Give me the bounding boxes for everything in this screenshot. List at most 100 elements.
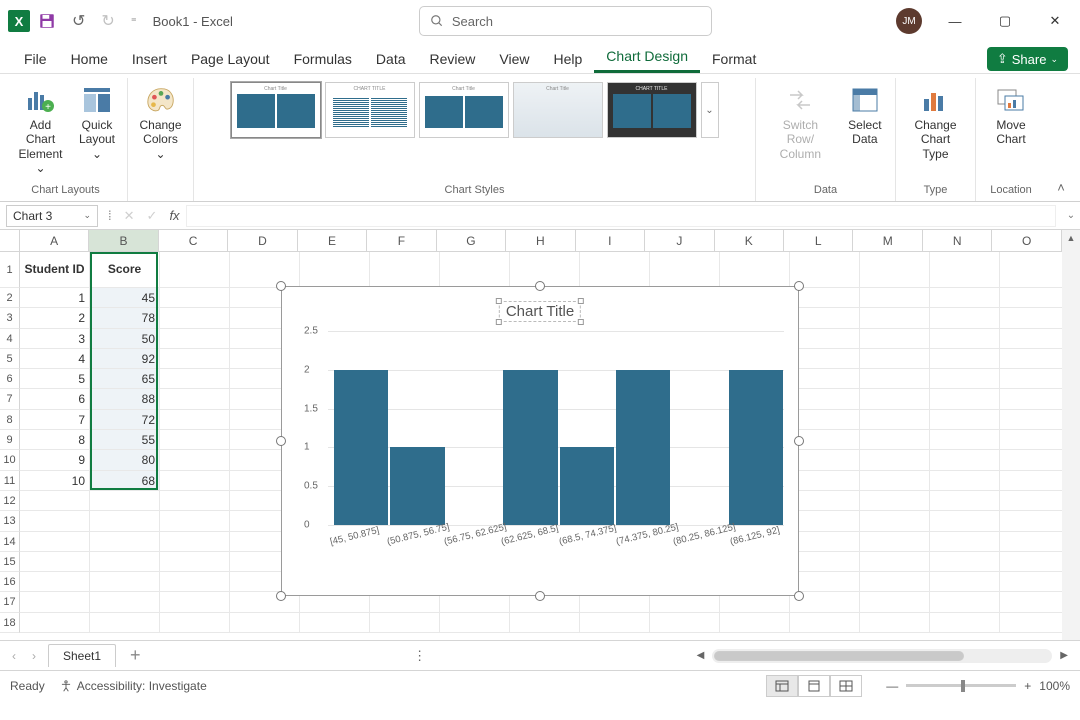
accessibility-status[interactable]: Accessibility: Investigate	[59, 679, 207, 693]
resize-handle[interactable]	[276, 281, 286, 291]
row-header[interactable]: 5	[0, 349, 20, 369]
cell[interactable]	[160, 613, 230, 633]
formula-cancel-icon[interactable]: ✕	[118, 208, 141, 224]
cell[interactable]	[230, 613, 300, 633]
column-header[interactable]: K	[715, 230, 784, 251]
cell[interactable]	[20, 491, 90, 511]
row-header[interactable]: 9	[0, 430, 20, 450]
cell[interactable]	[930, 572, 1000, 592]
sheet-nav-next-icon[interactable]: ›	[28, 649, 40, 663]
chart-bar[interactable]	[334, 370, 388, 525]
cell[interactable]	[1000, 329, 1062, 349]
user-avatar[interactable]: JM	[896, 8, 922, 34]
tab-format[interactable]: Format	[700, 45, 768, 73]
cell[interactable]	[860, 450, 930, 470]
formula-enter-icon[interactable]: ✓	[141, 208, 164, 224]
chart-style-3[interactable]: Chart Title	[419, 82, 509, 138]
cell[interactable]	[860, 329, 930, 349]
cell[interactable]	[90, 572, 160, 592]
cell[interactable]	[1000, 552, 1062, 572]
cell[interactable]	[90, 592, 160, 612]
cell[interactable]	[650, 252, 720, 288]
row-header[interactable]: 12	[0, 491, 20, 511]
cell[interactable]	[160, 471, 230, 491]
cell[interactable]: 7	[20, 410, 90, 430]
column-header[interactable]: J	[645, 230, 714, 251]
scroll-right-icon[interactable]: ▶	[1056, 650, 1072, 661]
cell[interactable]	[160, 410, 230, 430]
cell[interactable]	[160, 491, 230, 511]
quick-layout-button[interactable]: Quick Layout ⌄	[75, 82, 119, 163]
scroll-left-icon[interactable]: ◀	[693, 650, 709, 661]
zoom-level[interactable]: 100%	[1039, 679, 1070, 693]
row-header[interactable]: 7	[0, 389, 20, 409]
cell[interactable]: 68	[90, 471, 160, 491]
cell[interactable]	[930, 252, 1000, 288]
column-header[interactable]: D	[228, 230, 297, 251]
tab-help[interactable]: Help	[542, 45, 595, 73]
cell[interactable]	[1000, 369, 1062, 389]
column-header[interactable]: I	[576, 230, 645, 251]
cell[interactable]	[20, 592, 90, 612]
cell[interactable]	[790, 288, 860, 308]
row-header[interactable]: 1	[0, 252, 20, 288]
cell[interactable]	[860, 430, 930, 450]
sheet-nav-prev-icon[interactable]: ‹	[8, 649, 20, 663]
collapse-ribbon-icon[interactable]: ˄	[1046, 78, 1076, 201]
tab-data[interactable]: Data	[364, 45, 418, 73]
cell[interactable]: 3	[20, 329, 90, 349]
namebox-dropdown-icon[interactable]: ⌄	[83, 210, 91, 221]
cell[interactable]	[860, 572, 930, 592]
cell[interactable]	[370, 613, 440, 633]
cell[interactable]	[1000, 389, 1062, 409]
cell[interactable]	[510, 613, 580, 633]
cell[interactable]	[90, 491, 160, 511]
cell[interactable]: 2	[20, 308, 90, 328]
cell[interactable]	[160, 532, 230, 552]
tab-view[interactable]: View	[487, 45, 541, 73]
horizontal-scrollbar[interactable]: ◀ ▶	[693, 649, 1072, 663]
cell[interactable]	[930, 389, 1000, 409]
cell[interactable]	[20, 552, 90, 572]
tab-formulas[interactable]: Formulas	[282, 45, 364, 73]
row-header[interactable]: 8	[0, 410, 20, 430]
cell[interactable]	[90, 613, 160, 633]
resize-handle[interactable]	[535, 281, 545, 291]
column-header[interactable]: F	[367, 230, 436, 251]
cell[interactable]	[860, 252, 930, 288]
view-normal-button[interactable]	[766, 675, 798, 697]
change-colors-button[interactable]: Change Colors ⌄	[135, 82, 185, 163]
redo-icon[interactable]: ↻	[97, 9, 118, 33]
cell[interactable]	[790, 613, 860, 633]
cell[interactable]	[790, 389, 860, 409]
cell[interactable]: 92	[90, 349, 160, 369]
cell[interactable]	[930, 329, 1000, 349]
cell[interactable]	[790, 329, 860, 349]
name-box[interactable]: Chart 3 ⌄	[6, 205, 98, 227]
cell[interactable]: 78	[90, 308, 160, 328]
column-header[interactable]: M	[853, 230, 922, 251]
cell[interactable]	[930, 491, 1000, 511]
cell[interactable]	[1000, 511, 1062, 531]
cell[interactable]	[1000, 349, 1062, 369]
embedded-chart[interactable]: Chart Title 00.511.522.5 [45, 50.875](50…	[281, 286, 799, 596]
cell[interactable]	[230, 252, 300, 288]
view-page-layout-button[interactable]	[798, 675, 830, 697]
cell[interactable]	[860, 532, 930, 552]
formula-bar-input[interactable]	[186, 205, 1056, 227]
cell[interactable]	[440, 613, 510, 633]
chart-bar[interactable]	[390, 447, 444, 525]
zoom-in-button[interactable]: +	[1024, 679, 1031, 693]
chart-styles-more[interactable]: ⌄	[701, 82, 719, 138]
row-header[interactable]: 10	[0, 450, 20, 470]
resize-handle[interactable]	[794, 436, 804, 446]
tab-chart-design[interactable]: Chart Design	[594, 42, 700, 73]
cell[interactable]	[1000, 430, 1062, 450]
cell[interactable]	[160, 592, 230, 612]
cell[interactable]	[510, 252, 580, 288]
cell[interactable]	[160, 552, 230, 572]
cell[interactable]	[160, 329, 230, 349]
cell[interactable]	[860, 308, 930, 328]
cell[interactable]	[790, 349, 860, 369]
row-header[interactable]: 11	[0, 471, 20, 491]
